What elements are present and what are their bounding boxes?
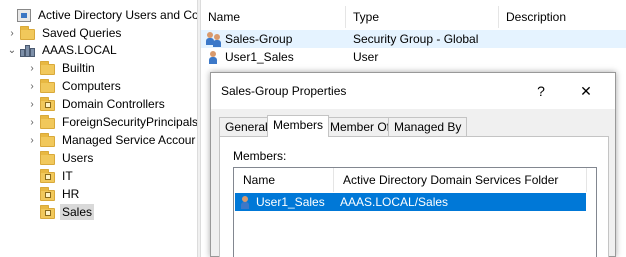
tab-managed-by[interactable]: Managed By xyxy=(388,117,468,137)
group-icon xyxy=(206,31,224,47)
row-type: Security Group - Global xyxy=(353,32,479,46)
column-header-name[interactable]: Name xyxy=(234,168,334,192)
user-icon xyxy=(238,194,256,210)
column-header-description[interactable]: Description xyxy=(499,6,626,28)
chevron-right-icon[interactable]: › xyxy=(26,135,38,146)
members-tab-page: Members: Name Active Directory Domain Se… xyxy=(219,136,609,257)
list-row[interactable]: Sales-Group Security Group - Global xyxy=(201,30,626,48)
folder-icon xyxy=(40,79,56,93)
tree-item-saved-queries[interactable]: › Saved Queries xyxy=(6,24,123,42)
column-header-type[interactable]: Type xyxy=(346,6,499,28)
folder-icon xyxy=(40,115,56,129)
tree-item-hr[interactable]: HR xyxy=(38,185,81,203)
tree-item-managed-service-accounts[interactable]: › Managed Service Accour xyxy=(26,131,197,149)
folder-icon xyxy=(40,61,56,75)
tree-item-it[interactable]: IT xyxy=(38,167,75,185)
domain-icon xyxy=(20,43,36,57)
row-name: Sales-Group xyxy=(225,32,293,46)
members-list[interactable]: Name Active Directory Domain Services Fo… xyxy=(233,167,597,257)
folder-icon xyxy=(20,26,36,40)
tree-item-foreign-security-principals[interactable]: › ForeignSecurityPrincipals xyxy=(26,113,197,131)
console-root-icon xyxy=(16,8,32,22)
chevron-right-icon[interactable]: › xyxy=(26,117,38,128)
tree-item-builtin[interactable]: › Builtin xyxy=(26,59,97,77)
tab-general[interactable]: General xyxy=(219,117,274,137)
chevron-right-icon[interactable]: › xyxy=(26,63,38,74)
row-type: User xyxy=(353,50,379,64)
ou-folder-icon xyxy=(40,97,56,111)
tab-member-of[interactable]: Member Of xyxy=(324,117,397,137)
member-name: User1_Sales xyxy=(256,195,325,209)
dialog-title: Sales-Group Properties xyxy=(221,84,347,98)
tree-item-computers[interactable]: › Computers xyxy=(26,77,123,95)
folder-icon xyxy=(40,151,56,165)
chevron-right-icon[interactable]: › xyxy=(26,81,38,92)
tree-item-domain-controllers[interactable]: › Domain Controllers xyxy=(26,95,167,113)
member-folder: AAAS.LOCAL/Sales xyxy=(340,195,449,209)
chevron-right-icon[interactable]: › xyxy=(6,28,18,39)
tree-item-users[interactable]: Users xyxy=(38,149,95,167)
help-button[interactable]: ? xyxy=(526,78,556,104)
ou-folder-icon xyxy=(40,187,56,201)
tab-members[interactable]: Members xyxy=(267,115,330,137)
list-row[interactable]: User1_Sales User xyxy=(201,48,626,66)
dialog-title-bar[interactable]: Sales-Group Properties ? ✕ xyxy=(211,73,615,109)
close-button[interactable]: ✕ xyxy=(571,78,601,104)
console-tree: Active Directory Users and Com › Saved Q… xyxy=(0,0,197,257)
tree-root-label: Active Directory Users and Com xyxy=(38,8,197,22)
ou-folder-icon xyxy=(40,169,56,183)
tree-item-sales[interactable]: Sales xyxy=(38,203,95,221)
member-row[interactable]: User1_Sales AAAS.LOCAL/Sales xyxy=(235,193,586,211)
properties-dialog: Sales-Group Properties ? ✕ General Membe… xyxy=(210,72,616,257)
folder-icon xyxy=(40,133,56,147)
user-icon xyxy=(206,49,224,65)
column-header-name[interactable]: Name xyxy=(201,6,346,28)
tree-root[interactable]: Active Directory Users and Com xyxy=(2,6,197,24)
row-name: User1_Sales xyxy=(225,50,294,64)
column-header-folder[interactable]: Active Directory Domain Services Folder xyxy=(334,168,587,192)
tree-item-domain[interactable]: ⌄ AAAS.LOCAL xyxy=(6,41,119,59)
chevron-right-icon[interactable]: › xyxy=(26,99,38,110)
chevron-down-icon[interactable]: ⌄ xyxy=(6,45,18,56)
members-label: Members: xyxy=(233,149,287,163)
ou-folder-icon xyxy=(40,205,56,219)
